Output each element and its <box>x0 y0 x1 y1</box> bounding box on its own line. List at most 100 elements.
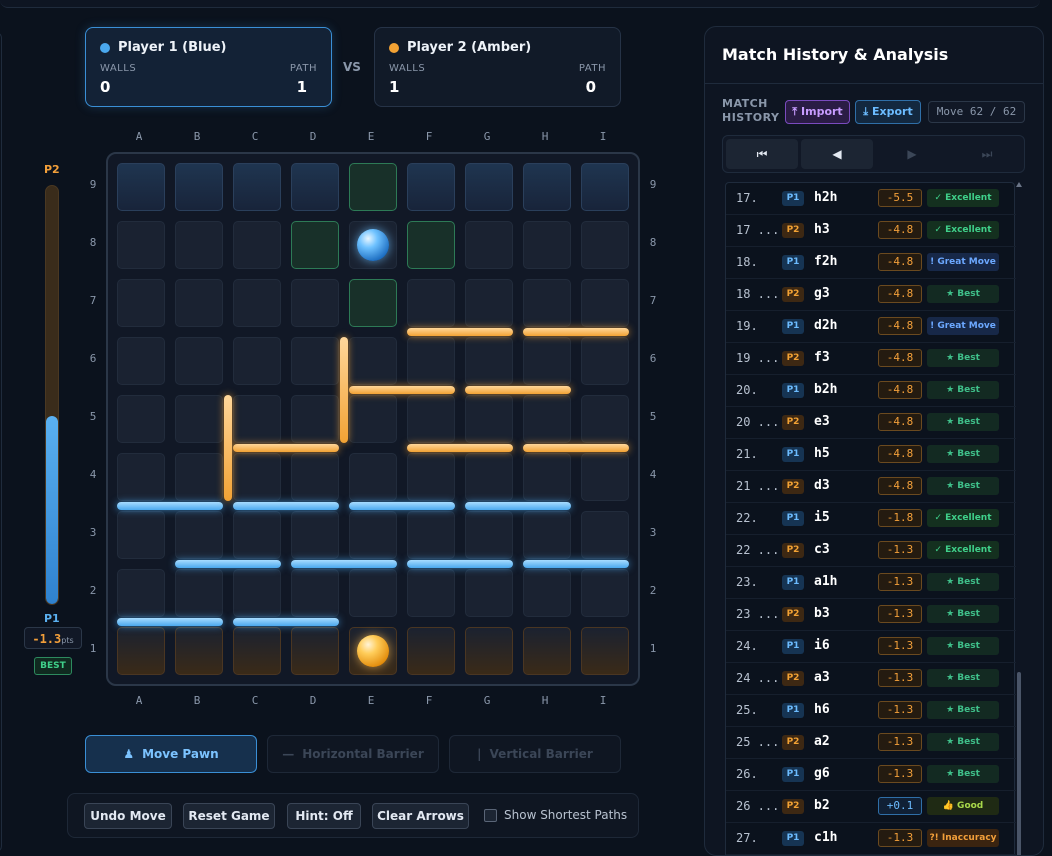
board-cell[interactable] <box>349 163 397 211</box>
history-row[interactable]: 21 ... P2 d3 -4.8 ★ Best <box>726 471 1016 503</box>
history-row[interactable]: 23 ... P2 b3 -1.3 ★ Best <box>726 599 1016 631</box>
board-cell[interactable] <box>233 163 281 211</box>
board-cell[interactable] <box>523 511 571 559</box>
board-cell[interactable] <box>175 395 223 443</box>
board-cell[interactable] <box>117 279 165 327</box>
board-cell[interactable] <box>233 453 281 501</box>
next-move-button[interactable]: ▶ <box>876 139 948 169</box>
board-cell[interactable] <box>465 453 513 501</box>
board-cell[interactable] <box>523 279 571 327</box>
board-cell[interactable] <box>233 395 281 443</box>
previous-move-button[interactable]: ◀ <box>801 139 873 169</box>
board-cell[interactable] <box>407 395 455 443</box>
board-cell[interactable] <box>581 627 629 675</box>
board-cell[interactable] <box>175 453 223 501</box>
clear-arrows-button[interactable]: Clear Arrows <box>372 803 469 829</box>
board-cell[interactable] <box>175 337 223 385</box>
game-board[interactable] <box>106 152 640 686</box>
board-cell[interactable] <box>581 453 629 501</box>
scrollbar-thumb[interactable] <box>1017 672 1021 855</box>
board-cell[interactable] <box>581 511 629 559</box>
board-cell[interactable] <box>407 337 455 385</box>
board-cell[interactable] <box>581 221 629 269</box>
board-cell[interactable] <box>407 221 455 269</box>
board-cell[interactable] <box>465 569 513 617</box>
board-cell[interactable] <box>233 337 281 385</box>
board-cell[interactable] <box>465 627 513 675</box>
history-row[interactable]: 17. P1 h2h -5.5 ✓ Excellent <box>726 183 1016 215</box>
board-cell[interactable] <box>407 627 455 675</box>
history-row[interactable]: 26. P1 g6 -1.3 ★ Best <box>726 759 1016 791</box>
board-cell[interactable] <box>523 627 571 675</box>
history-row[interactable]: 19. P1 d2h -4.8 ! Great Move <box>726 311 1016 343</box>
board-cell[interactable] <box>175 511 223 559</box>
board-cell[interactable] <box>291 163 339 211</box>
board-cell[interactable] <box>581 569 629 617</box>
board-cell[interactable] <box>175 221 223 269</box>
board-cell[interactable] <box>233 221 281 269</box>
board-cell[interactable] <box>291 627 339 675</box>
board-cell[interactable] <box>465 511 513 559</box>
history-scrollbar[interactable] <box>1016 182 1022 855</box>
import-button[interactable]: ⤒ Import <box>785 100 850 124</box>
hint-toggle-button[interactable]: Hint: Off <box>287 803 361 829</box>
board-cell[interactable] <box>523 453 571 501</box>
export-button[interactable]: ⤓ Export <box>855 100 921 124</box>
board-cell[interactable] <box>407 511 455 559</box>
board-cell[interactable] <box>117 221 165 269</box>
history-row[interactable]: 25 ... P2 a2 -1.3 ★ Best <box>726 727 1016 759</box>
board-cell[interactable] <box>465 395 513 443</box>
show-shortest-paths-checkbox[interactable] <box>484 809 497 822</box>
board-cell[interactable] <box>175 627 223 675</box>
board-cell[interactable] <box>523 395 571 443</box>
undo-move-button[interactable]: Undo Move <box>84 803 172 829</box>
board-cell[interactable] <box>349 569 397 617</box>
first-move-button[interactable]: ⏮ <box>726 139 798 169</box>
history-row[interactable]: 24. P1 i6 -1.3 ★ Best <box>726 631 1016 663</box>
board-cell[interactable] <box>581 337 629 385</box>
board-cell[interactable] <box>117 453 165 501</box>
board-cell[interactable] <box>465 279 513 327</box>
history-row[interactable]: 25. P1 h6 -1.3 ★ Best <box>726 695 1016 727</box>
board-cell[interactable] <box>117 395 165 443</box>
board-cell[interactable] <box>349 337 397 385</box>
scroll-up-icon[interactable] <box>1016 182 1022 187</box>
board-cell[interactable] <box>291 337 339 385</box>
board-cell[interactable] <box>523 337 571 385</box>
board-cell[interactable] <box>117 627 165 675</box>
board-cell[interactable] <box>523 163 571 211</box>
history-row[interactable]: 17 ... P2 h3 -4.8 ✓ Excellent <box>726 215 1016 247</box>
board-cell[interactable] <box>291 453 339 501</box>
board-cell[interactable] <box>581 163 629 211</box>
board-cell[interactable] <box>349 279 397 327</box>
board-cell[interactable] <box>291 395 339 443</box>
board-cell[interactable] <box>291 221 339 269</box>
board-cell[interactable] <box>117 511 165 559</box>
move-history-list[interactable]: 17. P1 h2h -5.5 ✓ Excellent 17 ... P2 h3 -4.8 ✓ E… <box>725 182 1016 855</box>
history-row[interactable]: 18 ... P2 g3 -4.8 ★ Best <box>726 279 1016 311</box>
board-cell[interactable] <box>407 163 455 211</box>
vertical-barrier-button[interactable]: | Vertical Barrier <box>449 735 621 773</box>
board-cell[interactable] <box>407 569 455 617</box>
board-cell[interactable] <box>117 163 165 211</box>
board-cell[interactable] <box>349 395 397 443</box>
board-cell[interactable] <box>175 163 223 211</box>
history-row[interactable]: 19 ... P2 f3 -4.8 ★ Best <box>726 343 1016 375</box>
horizontal-barrier-button[interactable]: — Horizontal Barrier <box>267 735 439 773</box>
board-cell[interactable] <box>291 569 339 617</box>
board-cell[interactable] <box>233 569 281 617</box>
board-cell[interactable] <box>523 221 571 269</box>
board-cell[interactable] <box>175 279 223 327</box>
player-2-pawn[interactable] <box>357 635 389 667</box>
board-cell[interactable] <box>117 337 165 385</box>
history-row[interactable]: 26 ... P2 b2 +0.1 👍 Good <box>726 791 1016 823</box>
board-cell[interactable] <box>117 569 165 617</box>
history-row[interactable]: 18. P1 f2h -4.8 ! Great Move <box>726 247 1016 279</box>
board-cell[interactable] <box>465 163 513 211</box>
history-row[interactable]: 22 ... P2 c3 -1.3 ✓ Excellent <box>726 535 1016 567</box>
board-cell[interactable] <box>407 453 455 501</box>
history-row[interactable]: 24 ... P2 a3 -1.3 ★ Best <box>726 663 1016 695</box>
board-cell[interactable] <box>175 569 223 617</box>
history-row[interactable]: 23. P1 a1h -1.3 ★ Best <box>726 567 1016 599</box>
board-cell[interactable] <box>233 511 281 559</box>
